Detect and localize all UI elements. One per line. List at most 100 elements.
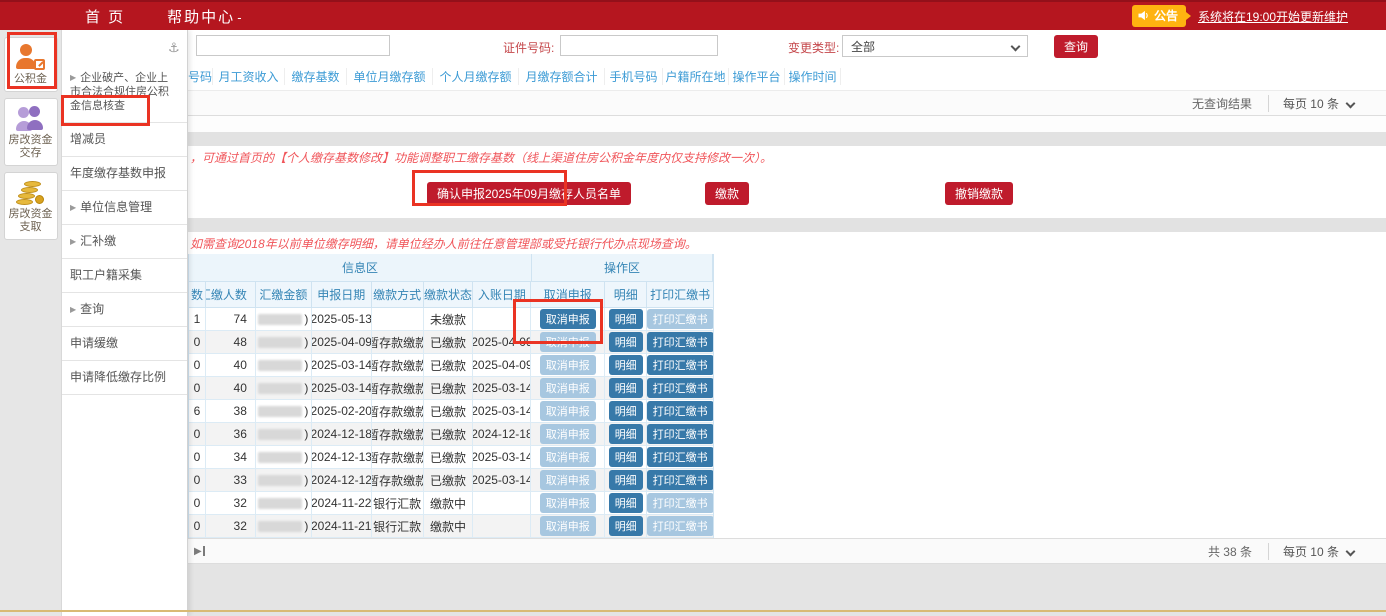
cell-pay-method <box>372 308 424 330</box>
sidebar-item-fanggai-zhiqu[interactable]: 房改资金支取 <box>4 172 58 240</box>
group-header-row: 信息区 操作区 <box>189 254 713 282</box>
menu-item-lower-ratio[interactable]: 申请降低缴存比例 <box>62 361 187 395</box>
cancel-declare-button[interactable]: 取消申报 <box>540 470 596 490</box>
sidebar-item-gongjijin[interactable]: 公积金 <box>4 37 58 92</box>
cell-amount: ) <box>256 377 312 399</box>
nav-help-center[interactable]: 帮助中心- <box>167 6 243 27</box>
cell-people-count: 40 <box>206 377 256 399</box>
print-button[interactable]: 打印汇缴书 <box>647 516 713 536</box>
topbar-right: 公告 系统将在19:00开始更新维护 <box>1132 5 1386 27</box>
cell-amount: ) <box>256 400 312 422</box>
redacted-amount <box>258 360 302 371</box>
cancel-declare-button[interactable]: 取消申报 <box>540 516 596 536</box>
cancel-declare-button[interactable]: 取消申报 <box>540 401 596 421</box>
redacted-amount <box>258 314 302 325</box>
bottom-gold-line <box>0 610 1386 612</box>
menu-item-hukou-collect[interactable]: 职工户籍采集 <box>62 259 187 293</box>
print-button[interactable]: 打印汇缴书 <box>647 470 713 490</box>
change-type-select[interactable]: 全部 <box>842 35 1028 57</box>
confirm-declare-button[interactable]: 确认申报2025年09月缴存人员名单 <box>427 182 631 205</box>
cell-pay-status: 已缴款 <box>424 331 474 353</box>
cell-pay-status: 已缴款 <box>424 354 474 376</box>
cell-pay-method: 暂存款缴款 <box>372 423 424 445</box>
detail-button[interactable]: 明细 <box>609 516 643 536</box>
announcement-badge[interactable]: 公告 <box>1132 5 1186 27</box>
detail-button[interactable]: 明细 <box>609 332 643 352</box>
redacted-amount <box>258 498 302 509</box>
cell-people-count: 32 <box>206 492 256 514</box>
id-number-input[interactable] <box>560 35 718 56</box>
spacer <box>188 116 1386 132</box>
sidebar-item-label: 房改资金交存 <box>7 134 55 160</box>
anchor-icon[interactable]: ⚓ <box>168 40 180 56</box>
chevron-right-icon: ▶ <box>70 73 76 82</box>
cancel-declare-button[interactable]: 取消申报 <box>540 332 596 352</box>
app-window: 首 页 帮助中心- 公告 系统将在19:00开始更新维护 公积金 房改资金交存 … <box>0 0 1386 616</box>
employee-table-header: 号码 月工资收入 缴存基数 单位月缴存额 个人月缴存额 月缴存额合计 手机号码 … <box>188 62 1386 91</box>
menu-item-annual-base[interactable]: 年度缴存基数申报 <box>62 157 187 191</box>
cell-entry-date <box>473 308 531 330</box>
detail-button[interactable]: 明细 <box>609 470 643 490</box>
cancel-declare-button[interactable]: 取消申报 <box>540 493 596 513</box>
detail-button[interactable]: 明细 <box>609 309 643 329</box>
cell-count: 0 <box>189 331 206 353</box>
menu-item-query[interactable]: ▶查询 <box>62 293 187 327</box>
menu-item-enterprise-check[interactable]: ▶企业破产、企业上市合法合规住房公积金信息核查 <box>62 62 187 123</box>
page-size-select[interactable]: 每页 10 条 <box>1268 95 1354 112</box>
pay-button[interactable]: 缴款 <box>705 182 749 205</box>
cell-pay-method: 暂存款缴款 <box>372 469 424 491</box>
cancel-pay-button[interactable]: 撤销缴款 <box>945 182 1013 205</box>
detail-button[interactable]: 明细 <box>609 493 643 513</box>
cancel-declare-button[interactable]: 取消申报 <box>540 355 596 375</box>
redacted-amount <box>258 452 302 463</box>
detail-button[interactable]: 明细 <box>609 447 643 467</box>
menu-item-huibujiao[interactable]: ▶汇补缴 <box>62 225 187 259</box>
table-row: 0 48 ) 2025-04-09 暂存款缴款 已缴款 2025-04-09 取… <box>189 331 713 354</box>
print-button[interactable]: 打印汇缴书 <box>647 493 713 513</box>
print-button[interactable]: 打印汇缴书 <box>647 355 713 375</box>
cell-amount: ) <box>256 492 312 514</box>
cell-pay-status: 已缴款 <box>424 377 474 399</box>
print-button[interactable]: 打印汇缴书 <box>647 309 713 329</box>
cell-pay-method: 暂存款缴款 <box>372 354 424 376</box>
menu-item-unit-info[interactable]: ▶单位信息管理 <box>62 191 187 225</box>
search-button[interactable]: 查询 <box>1054 35 1098 58</box>
chevron-right-icon: ▶ <box>70 203 76 212</box>
scroll-end-icon[interactable]: ▶ <box>194 546 205 557</box>
cell-declare-date: 2025-02-20 <box>312 400 372 422</box>
cell-count: 0 <box>189 515 206 537</box>
detail-button[interactable]: 明细 <box>609 424 643 444</box>
sidebar-item-label: 房改资金支取 <box>7 208 55 234</box>
cancel-declare-button[interactable]: 取消申报 <box>540 447 596 467</box>
column-header: 个人月缴存额 <box>433 68 519 85</box>
cell-people-count: 32 <box>206 515 256 537</box>
column-header: 操作时间 <box>785 68 841 85</box>
print-button[interactable]: 打印汇缴书 <box>647 424 713 444</box>
maintenance-notice-link[interactable]: 系统将在19:00开始更新维护 <box>1198 8 1348 25</box>
cell-people-count: 33 <box>206 469 256 491</box>
cancel-declare-button[interactable]: 取消申报 <box>540 424 596 444</box>
print-button[interactable]: 打印汇缴书 <box>647 447 713 467</box>
print-button[interactable]: 打印汇缴书 <box>647 401 713 421</box>
main-nav: 首 页 帮助中心- <box>0 6 244 27</box>
print-button[interactable]: 打印汇缴书 <box>647 332 713 352</box>
cell-people-count: 40 <box>206 354 256 376</box>
cell-declare-date: 2025-03-14 <box>312 354 372 376</box>
menu-item-huanjiao[interactable]: 申请缓缴 <box>62 327 187 361</box>
detail-button[interactable]: 明细 <box>609 355 643 375</box>
cancel-declare-button[interactable]: 取消申报 <box>540 378 596 398</box>
nav-home[interactable]: 首 页 <box>85 6 125 27</box>
page-size-select[interactable]: 每页 10 条 <box>1268 543 1354 560</box>
column-header: 申报日期 <box>312 282 372 307</box>
redacted-amount <box>258 429 302 440</box>
name-input[interactable] <box>196 35 390 56</box>
sidebar-item-fanggai-jiaocun[interactable]: 房改资金交存 <box>4 98 58 166</box>
coins-icon <box>16 179 46 205</box>
detail-button[interactable]: 明细 <box>609 401 643 421</box>
column-header: 数 <box>189 282 206 307</box>
detail-button[interactable]: 明细 <box>609 378 643 398</box>
column-header: 手机号码 <box>605 68 663 85</box>
print-button[interactable]: 打印汇缴书 <box>647 378 713 398</box>
cancel-declare-button[interactable]: 取消申报 <box>540 309 596 329</box>
menu-item-zengjianyuan[interactable]: 增减员 <box>62 123 187 157</box>
